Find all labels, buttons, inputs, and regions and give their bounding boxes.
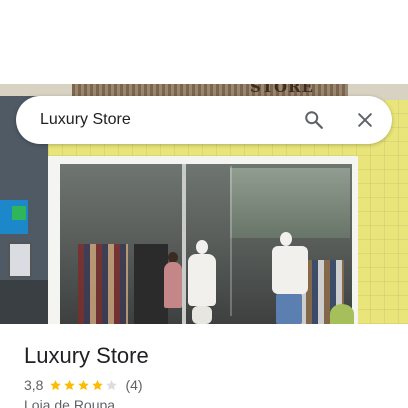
search-button[interactable]	[298, 104, 330, 136]
photo-glass-divider	[182, 164, 186, 324]
star-filled-icon	[78, 379, 90, 390]
photo-glass-reflection	[230, 168, 350, 238]
photo-clothes-rack	[78, 244, 128, 324]
photo-light-strip	[230, 166, 232, 316]
photo-inner-door	[134, 244, 168, 324]
photo-mannequin-2-head	[280, 232, 292, 246]
photo-bottom-left	[0, 280, 48, 324]
search-input[interactable]: Luxury Store	[40, 111, 131, 129]
place-title: Luxury Store	[24, 343, 149, 368]
photo-mannequin-1-head	[196, 240, 208, 254]
rating-value: 3,8	[24, 377, 44, 393]
search-icon	[305, 111, 323, 129]
place-info-panel[interactable]: Luxury Store 3,8 (4) Loja de Roupa	[0, 324, 408, 408]
star-filled-icon	[50, 379, 62, 390]
close-icon	[358, 113, 372, 127]
star-empty-icon	[106, 379, 118, 390]
photo-green-sign	[12, 206, 26, 220]
photo-person	[164, 262, 182, 308]
photo-mannequin-1	[188, 254, 216, 306]
rating-row[interactable]: 3,8 (4)	[24, 376, 143, 394]
rating-stars	[49, 379, 119, 392]
photo-plant	[330, 304, 354, 324]
search-bar[interactable]: Luxury Store	[16, 96, 392, 144]
close-button[interactable]	[349, 104, 381, 136]
place-category[interactable]: Loja de Roupa	[24, 396, 115, 408]
review-count[interactable]: (4)	[125, 377, 142, 393]
photo-mannequin-1-legs	[192, 306, 212, 324]
photo-mannequin-2-jeans	[276, 294, 302, 324]
maps-screen: STORE Luxury Store Luxury Store 3,8 (4) …	[0, 0, 408, 408]
star-filled-icon	[64, 379, 76, 390]
photo-mannequin-2	[272, 246, 308, 294]
photo-store-sign-text: STORE	[250, 84, 314, 96]
star-filled-icon	[92, 379, 104, 390]
photo-electric-meter	[8, 242, 32, 278]
